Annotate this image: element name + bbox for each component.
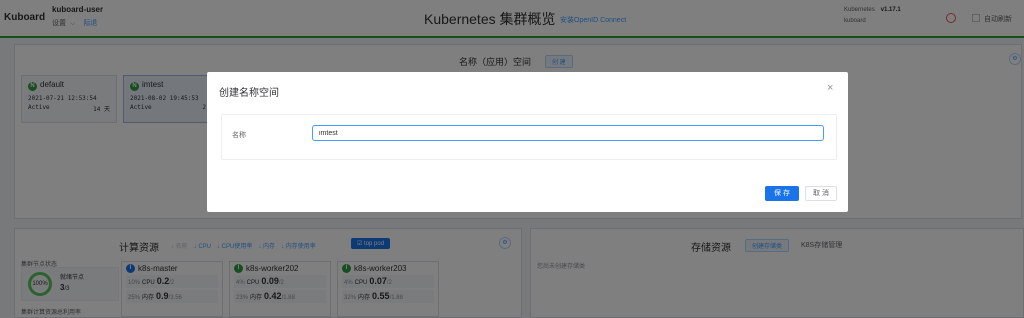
close-icon[interactable]: × [827, 82, 833, 94]
dialog-title: 创建名称空间 [219, 88, 279, 99]
save-button[interactable]: 保 存 [765, 186, 799, 201]
cancel-button[interactable]: 取 消 [805, 186, 837, 201]
namespace-form: 名称 [221, 114, 837, 160]
namespace-name-input[interactable] [312, 125, 824, 141]
name-label: 名称 [232, 132, 246, 139]
create-namespace-dialog: 创建名称空间 × 名称 保 存 取 消 [207, 72, 848, 212]
